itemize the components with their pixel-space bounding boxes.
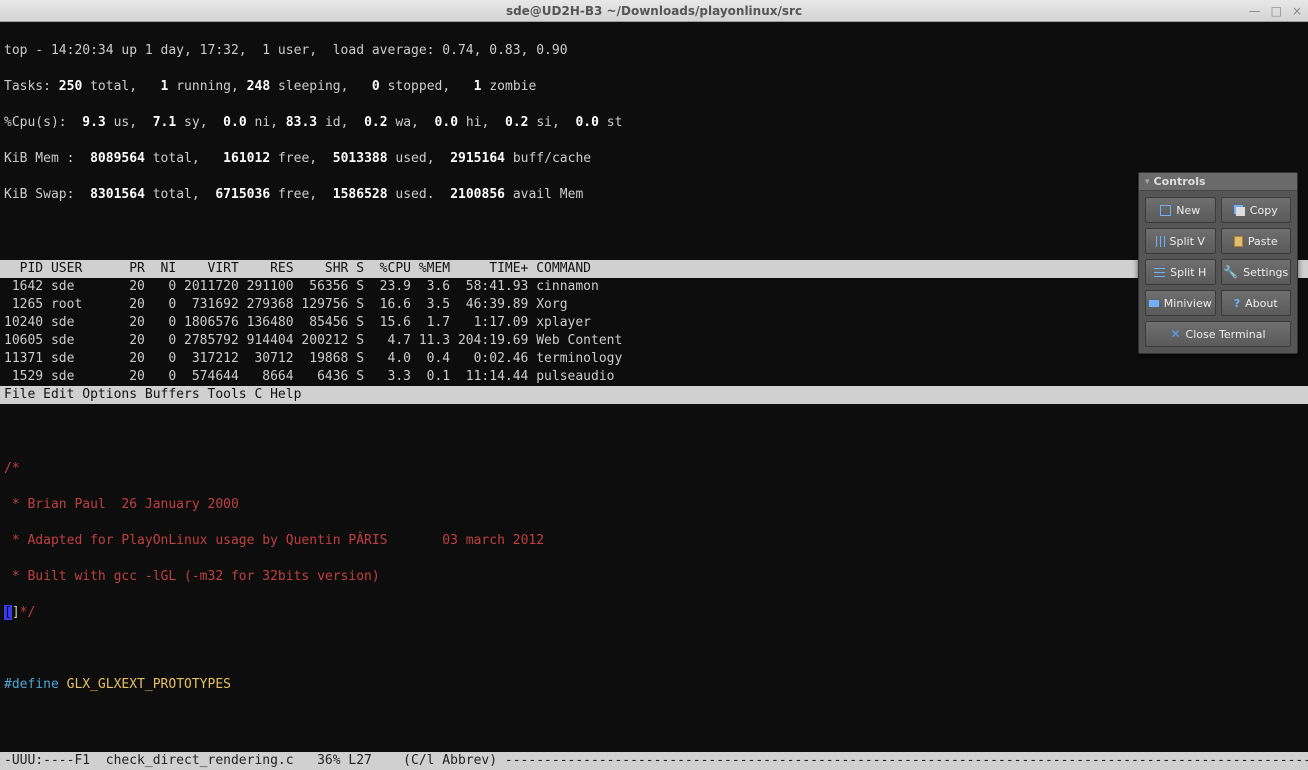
emacs-statusbar: -UUU:----F1 check_direct_rendering.c 36%… [0,752,1308,770]
new-button[interactable]: New [1145,197,1216,223]
code-line: /* [4,460,1304,478]
controls-panel-title: ▾ Controls [1139,173,1297,191]
top-swap-line: KiB Swap: 8301564 total, 6715036 free, 1… [4,186,1304,204]
top-cpu-line: %Cpu(s): 9.3 us, 7.1 sy, 0.0 ni, 83.3 id… [4,114,1304,132]
process-row: 10240 sde 20 0 1806576 136480 85456 S 15… [0,314,1308,332]
split-h-icon [1154,268,1165,277]
paste-icon [1234,236,1243,247]
top-summary-line: top - 14:20:34 up 1 day, 17:32, 1 user, … [4,42,1304,60]
maximize-button[interactable]: □ [1271,4,1282,18]
top-tasks-line: Tasks: 250 total, 1 running, 248 sleepin… [4,78,1304,96]
about-button[interactable]: ?About [1221,290,1292,316]
window-titlebar: sde@UD2H-B3 ~/Downloads/playonlinux/src … [0,0,1308,22]
gear-icon: 🔧 [1223,265,1238,279]
editor-area[interactable]: /* * Brian Paul 26 January 2000 * Adapte… [0,404,1308,750]
process-list: 1642 sde 20 0 2011720 291100 56356 S 23.… [0,278,1308,386]
process-row: 1642 sde 20 0 2011720 291100 56356 S 23.… [0,278,1308,296]
settings-button[interactable]: 🔧Settings [1221,259,1292,285]
top-mem-line: KiB Mem : 8089564 total, 161012 free, 50… [4,150,1304,168]
split-h-button[interactable]: Split H [1145,259,1216,285]
code-line: * Brian Paul 26 January 2000 [4,496,1304,514]
copy-button[interactable]: Copy [1221,197,1292,223]
close-button[interactable]: × [1292,4,1302,18]
code-line: * Adapted for PlayOnLinux usage by Quent… [4,532,1304,550]
process-row: 1529 sde 20 0 574644 8664 6436 S 3.3 0.1… [0,368,1308,386]
split-v-icon [1156,236,1165,247]
new-icon [1160,205,1171,216]
process-row: 1265 root 20 0 731692 279368 129756 S 16… [0,296,1308,314]
window-controls: — □ × [1249,4,1302,18]
paste-button[interactable]: Paste [1221,228,1292,254]
emacs-menubar[interactable]: File Edit Options Buffers Tools C Help [0,386,1308,404]
code-line: []*/ [4,604,1304,622]
controls-panel: ▾ Controls New Copy Split V Paste Split … [1138,172,1298,354]
process-row: 10605 sde 20 0 2785792 914404 200212 S 4… [0,332,1308,350]
question-icon: ? [1234,297,1240,310]
split-v-button[interactable]: Split V [1145,228,1216,254]
miniview-button[interactable]: Miniview [1145,290,1216,316]
close-terminal-button[interactable]: ✕Close Terminal [1145,321,1291,347]
process-columns-header: PID USER PR NI VIRT RES SHR S %CPU %MEM … [0,260,1308,278]
top-output: top - 14:20:34 up 1 day, 17:32, 1 user, … [0,22,1308,260]
code-line: #define GLX_GLXEXT_PROTOTYPES [4,676,1304,694]
chevron-down-icon[interactable]: ▾ [1145,177,1150,187]
minimize-button[interactable]: — [1249,4,1261,18]
code-line: * Built with gcc -lGL (-m32 for 32bits v… [4,568,1304,586]
window-title: sde@UD2H-B3 ~/Downloads/playonlinux/src [506,4,802,18]
copy-icon [1236,207,1245,216]
close-icon: ✕ [1170,327,1180,341]
miniview-icon [1149,300,1159,307]
process-row: 11371 sde 20 0 317212 30712 19868 S 4.0 … [0,350,1308,368]
